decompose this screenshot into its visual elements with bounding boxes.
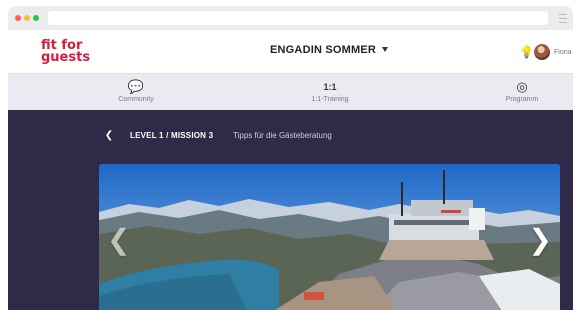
training-icon: 1:1 <box>323 82 337 92</box>
tab-training[interactable]: 1:1 1:1-Training <box>290 79 370 103</box>
minimize-dot-icon[interactable] <box>24 15 30 21</box>
mountain-photo: ❮ ❯ <box>99 164 560 310</box>
mission-subtitle: Tipps für die Gästeberatung <box>233 131 332 140</box>
previous-slide-chevron-icon[interactable]: ❮ <box>107 226 130 254</box>
next-slide-chevron-icon[interactable]: ❯ <box>529 226 552 254</box>
content-panel: ❮ LEVEL 1 / MISSION 3 Tipps für die Gäst… <box>8 110 573 310</box>
tab-training-label: 1:1-Training <box>311 96 349 103</box>
lightbulb-icon[interactable]: 💡 <box>519 45 534 59</box>
chat-icon: 💬 <box>127 79 145 94</box>
close-dot-icon[interactable] <box>15 15 21 21</box>
mission-title: LEVEL 1 / MISSION 3 <box>130 131 214 140</box>
tab-community-label: Community <box>118 96 154 103</box>
browser-chrome <box>8 6 573 30</box>
menu-icon[interactable] <box>559 14 567 23</box>
logo-line-2: guests <box>41 50 91 65</box>
tab-programm-label: Programm <box>505 96 539 103</box>
chevron-down-icon[interactable] <box>382 47 388 52</box>
mountain-scene-image <box>99 164 560 310</box>
avatar[interactable] <box>534 44 550 60</box>
zoom-dot-icon[interactable] <box>33 15 39 21</box>
main-navigation: 💬 Community 1:1 1:1-Training ◎ Programm <box>8 73 573 112</box>
app-window: fit for guests ENGADIN SOMMER 💡 Fiona 💬 … <box>8 6 573 310</box>
program-selector[interactable]: ENGADIN SOMMER <box>270 44 376 56</box>
target-icon: ◎ <box>516 79 528 94</box>
app-header: fit for guests ENGADIN SOMMER 💡 Fiona <box>8 30 573 73</box>
address-bar[interactable] <box>48 11 548 25</box>
tab-community[interactable]: 💬 Community <box>96 79 176 103</box>
back-chevron-icon[interactable]: ❮ <box>103 130 115 142</box>
user-name[interactable]: Fiona <box>554 49 572 56</box>
brand-logo[interactable]: fit for guests <box>41 39 91 65</box>
tab-programm[interactable]: ◎ Programm <box>482 79 562 103</box>
